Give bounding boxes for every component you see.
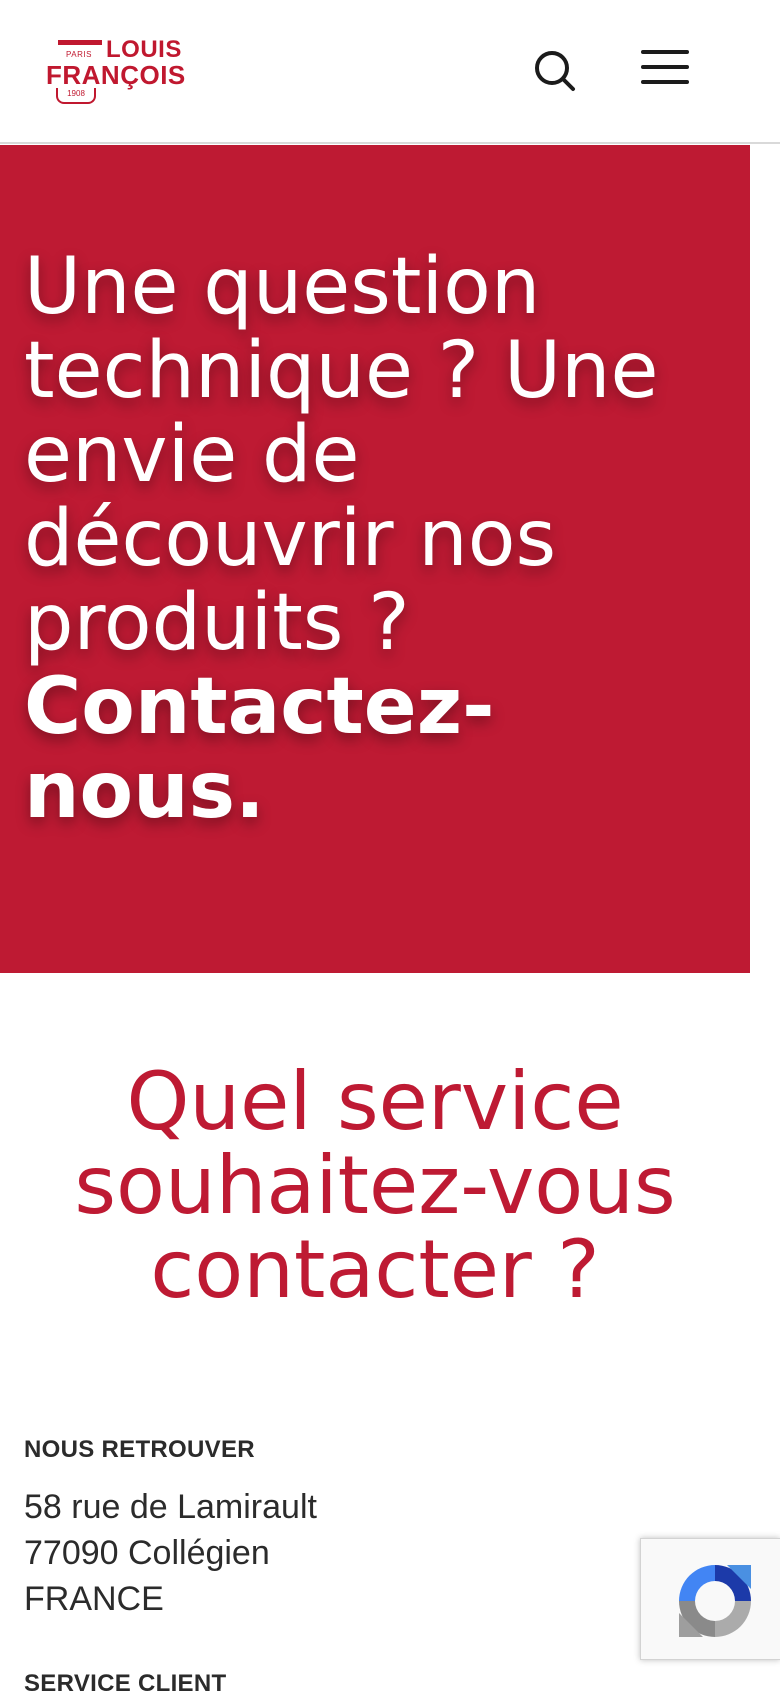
service-client-label: SERVICE CLIENT <box>24 1670 227 1697</box>
logo-bar <box>58 40 102 45</box>
search-button[interactable] <box>530 46 580 96</box>
hero-cta: Contactez-nous. <box>24 662 495 836</box>
recaptcha-badge[interactable] <box>640 1538 780 1660</box>
logo-year: 1908 <box>56 88 96 104</box>
address-country: FRANCE <box>24 1580 164 1618</box>
menu-button[interactable] <box>640 46 690 96</box>
hero-line-question: Une question technique ? <box>24 242 541 416</box>
logo-francois: FRANÇOIS <box>46 60 186 90</box>
site-header: PARIS LOUIS FRANÇOIS 1908 <box>0 0 780 144</box>
hero-title: Une question technique ? Une envie de dé… <box>24 245 724 833</box>
logo-louis: LOUIS <box>106 36 182 63</box>
address-street: 58 rue de Lamirault <box>24 1488 317 1526</box>
menu-icon <box>641 50 689 84</box>
find-us-label: NOUS RETROUVER <box>24 1436 255 1463</box>
service-heading: Quel service souhaitez-vous contacter ? <box>74 1055 676 1316</box>
hero-banner: Une question technique ? Une envie de dé… <box>0 145 750 973</box>
address-city: 77090 Collégien <box>24 1534 270 1572</box>
recaptcha-icon <box>679 1565 751 1637</box>
logo-paris: PARIS <box>66 50 92 59</box>
louis-francois-logo[interactable]: PARIS LOUIS FRANÇOIS 1908 <box>46 38 196 108</box>
address-block: 58 rue de Lamirault 77090 Collégien FRAN… <box>24 1484 317 1622</box>
search-icon <box>535 51 575 91</box>
